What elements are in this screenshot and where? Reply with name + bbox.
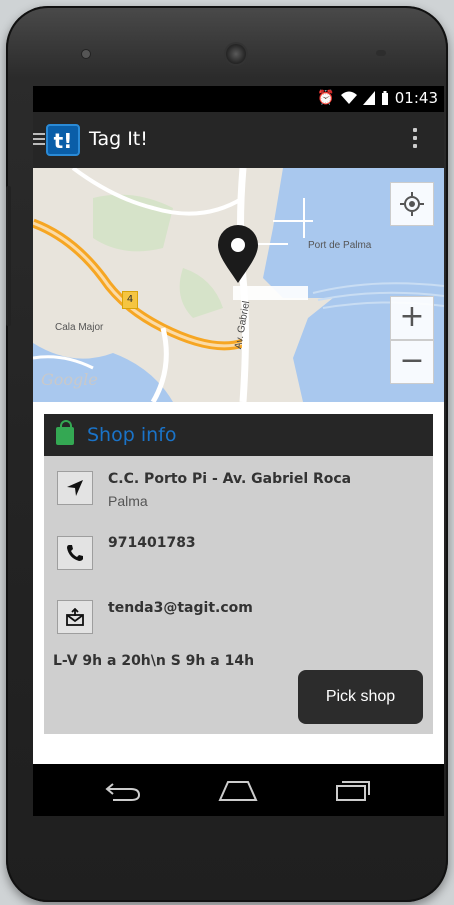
map-view[interactable]: Port de Palma Cala Major Av. Gabriel 4 G… [33, 168, 444, 402]
map-label-port: Port de Palma [308, 240, 372, 251]
mail-inbox-icon [66, 608, 84, 626]
address-block: C.C. Porto Pi - Av. Gabriel Roca Palma [108, 470, 351, 509]
status-bar: ⏰ 01:43 [33, 86, 444, 112]
shop-info-header: Shop info [44, 414, 433, 456]
zoom-in-button[interactable]: + [390, 296, 434, 340]
google-attribution: Google [41, 370, 98, 389]
system-nav-bar [33, 764, 444, 816]
shop-info-title: Shop info [87, 424, 177, 446]
shop-city: Palma [108, 493, 148, 509]
signal-icon [362, 91, 375, 105]
my-location-button[interactable] [390, 182, 434, 226]
app-logo[interactable]: t! [46, 124, 80, 156]
battery-icon [381, 91, 388, 105]
status-clock: 01:43 [394, 89, 438, 107]
shop-hours: L-V 9h a 20h\n S 9h a 14h [53, 653, 255, 669]
map-canvas [33, 168, 444, 402]
proximity-sensor [376, 50, 386, 56]
overflow-menu-icon[interactable] [412, 128, 418, 152]
wifi-icon [340, 91, 357, 104]
shop-info-card: Shop info C.C. Porto Pi - Av. Gabriel Ro… [44, 414, 433, 734]
call-button[interactable] [57, 536, 93, 570]
phone-frame: ⏰ 01:43 t! Tag It! Port de Palma Cala Ma… [6, 6, 448, 902]
alarm-icon: ⏰ [317, 90, 335, 106]
back-icon[interactable] [103, 778, 143, 802]
map-label-area: Cala Major [55, 322, 104, 333]
side-button [6, 186, 11, 326]
my-location-icon [400, 192, 424, 216]
navigation-arrow-icon [67, 480, 83, 496]
shop-address: C.C. Porto Pi - Av. Gabriel Roca [108, 471, 352, 487]
zoom-out-button[interactable]: − [390, 340, 434, 384]
shop-email: tenda3@tagit.com [108, 600, 253, 616]
shop-phone: 971401783 [108, 535, 196, 551]
phone-block: 971401783 [108, 534, 196, 551]
front-camera [226, 44, 246, 64]
action-bar: t! Tag It! [33, 112, 444, 168]
navigate-button[interactable] [57, 471, 93, 505]
phone-icon [67, 545, 83, 561]
app-title: Tag It! [89, 128, 148, 150]
email-button[interactable] [57, 600, 93, 634]
pick-shop-button[interactable]: Pick shop [298, 670, 423, 724]
recent-apps-icon[interactable] [333, 778, 373, 802]
screen: ⏰ 01:43 t! Tag It! Port de Palma Cala Ma… [33, 86, 444, 816]
shopping-bag-icon [56, 420, 74, 445]
email-block: tenda3@tagit.com [108, 599, 253, 616]
phone-speaker [82, 50, 90, 58]
road-number-badge: 4 [122, 291, 138, 309]
home-icon[interactable] [218, 780, 258, 802]
hamburger-icon[interactable] [33, 130, 45, 150]
